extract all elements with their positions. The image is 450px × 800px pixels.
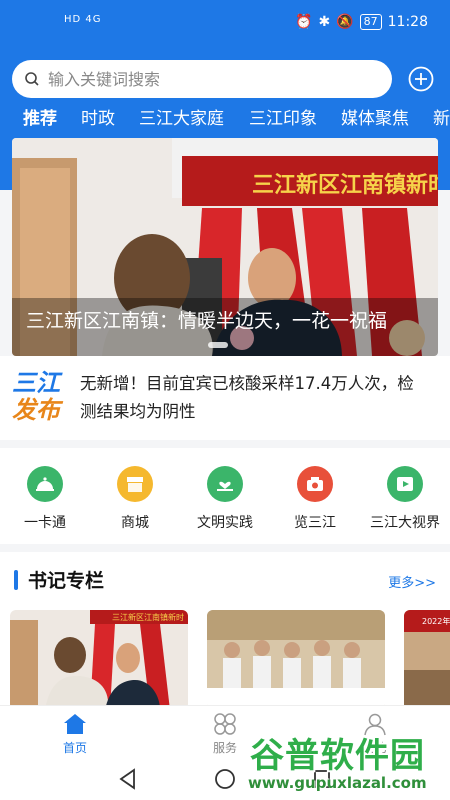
column-thumb[interactable]: 三江新区江南镇新时 [10,610,188,710]
tab-politics[interactable]: 时政 [81,104,115,129]
logo-line-1: 三江 [12,369,60,397]
status-bar: HD 4G ⏰ ✱ 🔕 87 11:28 [0,0,450,50]
tab-sanjiang-impression[interactable]: 三江印象 [249,104,317,129]
banner-sign-text: 三江新区江南镇新时 [252,172,438,198]
mute-icon: 🔕 [336,14,354,30]
quick-link-label: 一卡通 [24,515,66,531]
watermark: 谷普软件园 www.gupuxlazal.com [246,726,446,796]
quick-link-label: 览三江 [294,515,336,531]
banner-carousel[interactable]: 三江新区江南镇新时 三江新区江南镇：情暖半边天，一花一祝福 [12,138,438,356]
camera-icon [297,466,333,502]
more-link[interactable]: 更多>> [388,572,436,591]
thumb-image: 三江新区江南镇新时 [10,610,188,710]
shop-icon [117,466,153,502]
tab-new[interactable]: 新 [433,104,450,129]
news-headline: 无新增！目前宜宾已核酸采样17.4万人次，检测结果均为阴性 [80,374,414,421]
tab-sanjiang-family[interactable]: 三江大家庭 [139,104,224,129]
section-title: 书记专栏 [28,570,105,592]
back-icon[interactable] [118,768,138,790]
quick-link-label: 三江大视界 [370,515,440,531]
nav-home[interactable]: 首页 [35,712,115,756]
news-item[interactable]: 三江 发布 无新增！目前宜宾已核酸采样17.4万人次，检测结果均为阴性 [0,356,450,440]
search-icon [25,72,39,86]
service-icon [214,713,236,735]
film-icon [387,466,423,502]
watermark-url: www.gupuxlazal.com [248,774,427,792]
bluetooth-icon: ✱ [318,14,331,30]
thumb-image [207,610,385,710]
tab-media-focus[interactable]: 媒体聚焦 [341,104,409,129]
section-accent [14,570,18,590]
quick-link-label: 商城 [121,515,149,531]
logo-line-2: 发布 [12,396,60,424]
quick-link-civilization[interactable]: 文明实践 [185,466,265,532]
thumb-image: 2022年 [404,610,450,710]
quick-link-sanjiang-vision[interactable]: 三江大视界 [365,466,445,532]
clock: 11:28 [387,14,428,30]
battery-indicator: 87 [359,14,382,30]
column-thumb[interactable]: 2022年 [404,610,450,710]
category-tabs: 推荐 时政 三江大家庭 三江印象 媒体聚焦 新 [0,100,450,134]
column-thumb[interactable] [207,610,385,710]
watermark-title: 谷普软件园 [250,736,425,776]
secretary-column: 书记专栏 更多>> 三江新区江南镇新时 2022年 [0,552,450,712]
network-indicator: HD 4G [64,14,102,25]
sanjiang-release-logo: 三江 发布 [12,370,70,426]
home-circle-icon[interactable] [214,768,236,790]
quick-link-label: 文明实践 [197,515,253,531]
tab-recommend[interactable]: 推荐 [23,104,57,129]
quick-link-mall[interactable]: 商城 [95,466,175,532]
nav-home-label: 首页 [62,741,87,755]
search-input[interactable] [46,68,370,90]
thumb-sign-text: 2022年 [422,616,450,626]
thumb-sign-text: 三江新区江南镇新时 [112,612,184,622]
quick-links: 一卡通 商城 文明实践 览三江 三江大视界 [0,448,450,544]
search-bar[interactable] [12,60,392,98]
quick-link-view-sanjiang[interactable]: 览三江 [275,466,355,532]
alarm-icon: ⏰ [295,14,313,30]
cloche-icon [27,466,63,502]
quick-link-card[interactable]: 一卡通 [5,466,85,532]
carousel-indicator [208,342,228,348]
add-icon[interactable] [408,66,434,92]
home-icon [64,714,86,734]
heart-hand-icon [207,466,243,502]
